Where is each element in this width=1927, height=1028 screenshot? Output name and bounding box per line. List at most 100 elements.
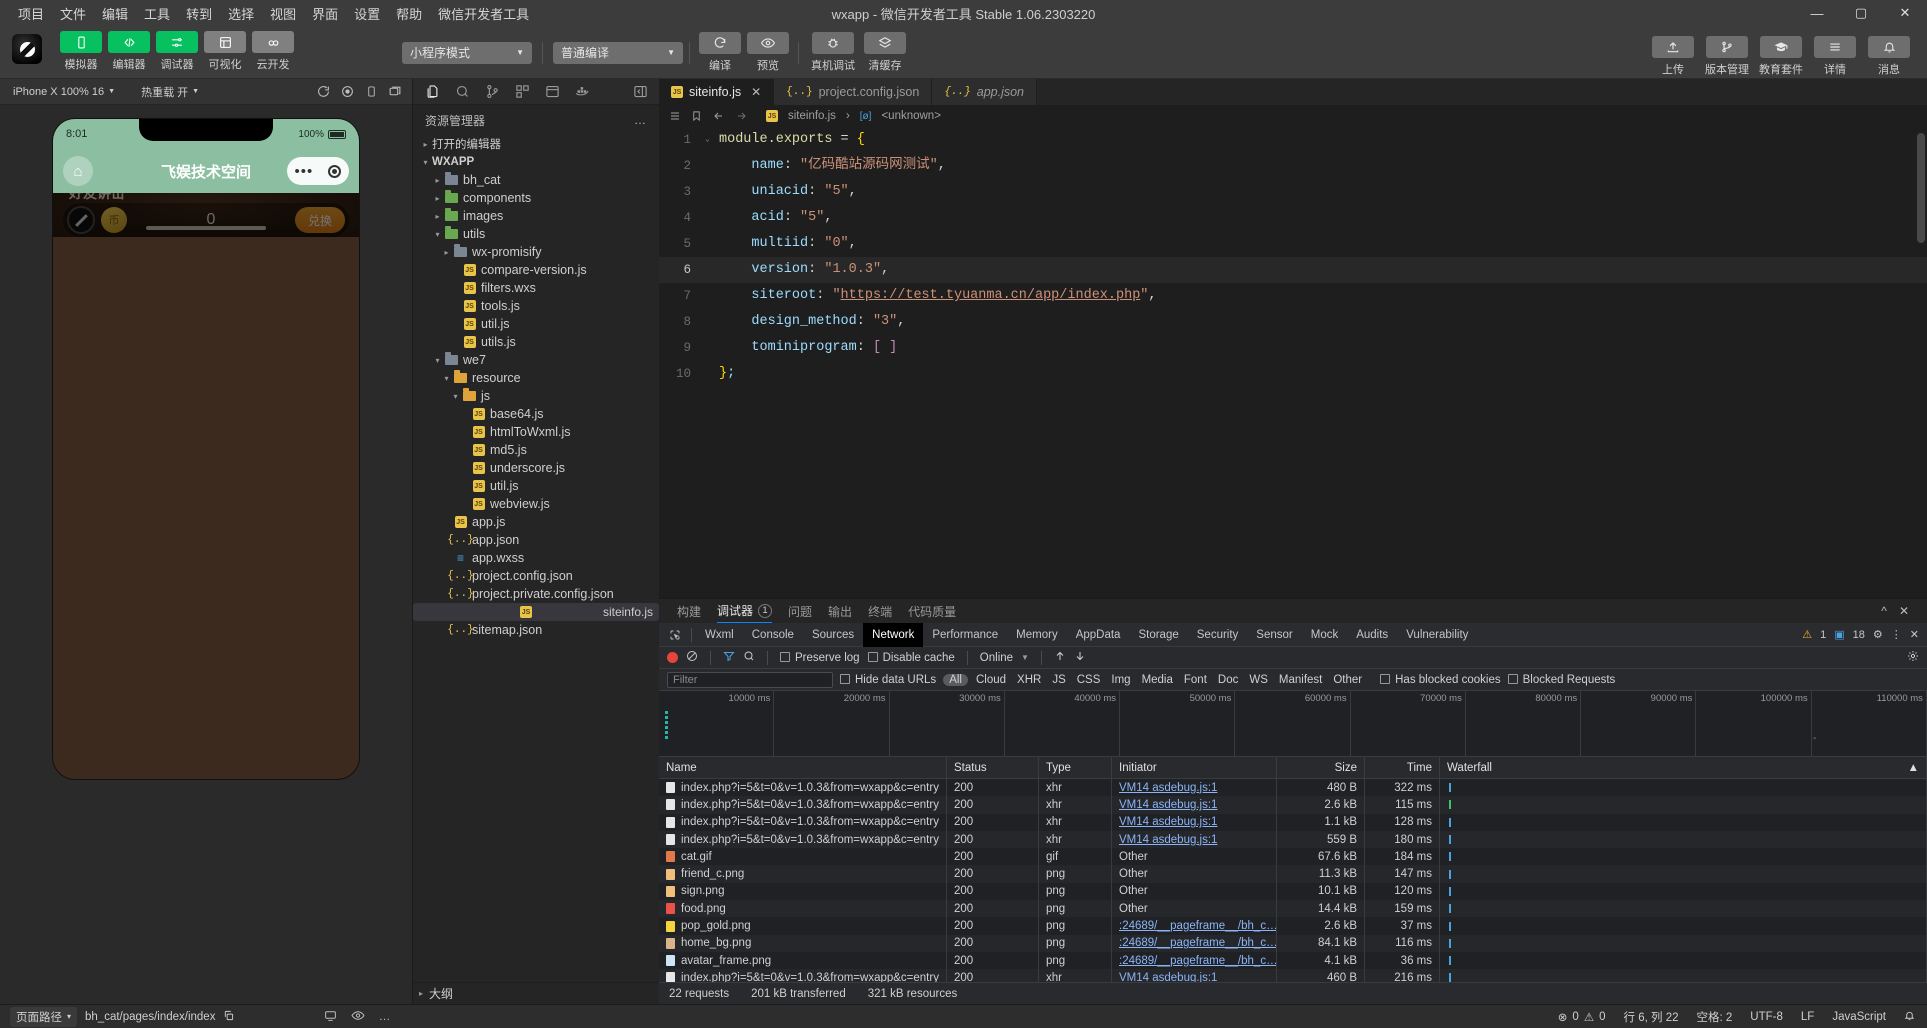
tree-item[interactable]: JS tools.js	[413, 297, 659, 315]
export-icon[interactable]	[1074, 650, 1086, 665]
compile-mode-select[interactable]: 小程序模式 ▼	[402, 41, 532, 64]
minimize-button[interactable]: —	[1795, 0, 1839, 26]
tree-item[interactable]: JS base64.js	[413, 405, 659, 423]
inspector-tab-sensor[interactable]: Sensor	[1247, 623, 1301, 647]
column-header-waterfall[interactable]: Waterfall ▲	[1440, 757, 1927, 778]
column-header-size[interactable]: Size	[1277, 757, 1365, 778]
menu-item-0[interactable]: 项目	[10, 1, 52, 26]
filter-icon[interactable]	[723, 650, 735, 665]
devtools-tab-1[interactable]: 调试器 1	[717, 599, 773, 623]
tree-item[interactable]: ≡ app.wxss	[413, 549, 659, 567]
collapse-icon[interactable]: ^	[1881, 604, 1887, 618]
bell-icon[interactable]	[1904, 1010, 1915, 1024]
has-blocked-cookies-checkbox[interactable]: Has blocked cookies	[1380, 673, 1501, 686]
tree-item[interactable]: ▸ components	[413, 189, 659, 207]
bell-button[interactable]: 消息	[1865, 36, 1913, 77]
type-filter-media[interactable]: Media	[1139, 674, 1176, 686]
tree-item[interactable]: JS md5.js	[413, 441, 659, 459]
outline-section[interactable]: ▸ 大纲	[413, 982, 659, 1004]
type-filter-font[interactable]: Font	[1181, 674, 1210, 686]
arrow-left-icon[interactable]	[712, 110, 725, 122]
close-icon[interactable]: ✕	[751, 85, 761, 99]
tree-item[interactable]: JS util.js	[413, 477, 659, 495]
request-initiator[interactable]: :24689/__pageframe__/bh_c…	[1119, 920, 1276, 932]
modal-overlay[interactable]	[53, 193, 359, 237]
menu-item-4[interactable]: 转到	[178, 1, 220, 26]
tree-item[interactable]: ▸ images	[413, 207, 659, 225]
inspector-tab-mock[interactable]: Mock	[1302, 623, 1347, 647]
clear-icon[interactable]	[686, 650, 698, 665]
tree-item[interactable]: ▸ wx-promisify	[413, 243, 659, 261]
menu-item-8[interactable]: 设置	[346, 1, 388, 26]
tree-item[interactable]: ▾ js	[413, 387, 659, 405]
branch-button[interactable]: 版本管理	[1703, 36, 1751, 77]
mode-button-cloud[interactable]: 云开发	[252, 31, 294, 72]
breadcrumb-symbol[interactable]: <unknown>	[881, 110, 940, 122]
target-icon[interactable]	[328, 164, 342, 178]
graduation-button[interactable]: 教育套件	[1757, 36, 1805, 77]
page-path-select[interactable]: 页面路径 ▾	[10, 1006, 78, 1027]
bookmark-icon[interactable]	[691, 110, 702, 122]
table-row[interactable]: index.php?i=5&t=0&v=1.0.3&from=wxapp&c=e…	[659, 969, 1927, 982]
column-header-status[interactable]: Status	[947, 757, 1039, 778]
tree-item[interactable]: ▾ we7	[413, 351, 659, 369]
rotate-icon[interactable]	[362, 83, 380, 101]
eol[interactable]: LF	[1801, 1011, 1814, 1023]
inspector-tab-memory[interactable]: Memory	[1007, 623, 1067, 647]
language-mode[interactable]: JavaScript	[1832, 1011, 1886, 1023]
disable-cache-checkbox[interactable]: Disable cache	[867, 651, 955, 664]
type-filter-ws[interactable]: WS	[1246, 674, 1271, 686]
table-row[interactable]: cat.gif 200 gif Other 67.6 kB 184 ms	[659, 848, 1927, 866]
tree-item[interactable]: {..} project.config.json	[413, 567, 659, 585]
eye-icon[interactable]	[351, 1009, 365, 1025]
gear-icon[interactable]: ⚙	[1873, 628, 1883, 641]
table-row[interactable]: home_bg.png 200 png:24689/__pageframe__/bh…	[659, 934, 1927, 952]
throttling-select[interactable]: Online	[980, 652, 1013, 664]
code-editor[interactable]: 1 ⌄ module.exports = {2 name: "亿码酷站源码网测试",…	[659, 127, 1927, 598]
table-row[interactable]: friend_c.png 200 png Other 11.3 kB 147 ms	[659, 865, 1927, 883]
close-button[interactable]: ✕	[1883, 0, 1927, 26]
editor-tab-0[interactable]: JS siteinfo.js ✕	[659, 79, 775, 105]
menu-item-10[interactable]: 微信开发者工具	[430, 1, 537, 26]
tree-item[interactable]: {..} project.private.config.json	[413, 585, 659, 603]
table-row[interactable]: sign.png 200 png Other 10.1 kB 120 ms	[659, 882, 1927, 901]
tree-item[interactable]: {..} app.json	[413, 531, 659, 549]
more-icon[interactable]: …	[379, 1011, 392, 1023]
request-initiator[interactable]: VM14 asdebug.js:1	[1119, 782, 1217, 794]
menu-item-3[interactable]: 工具	[136, 1, 178, 26]
collapse-icon[interactable]	[629, 81, 651, 103]
table-row[interactable]: food.png 200 png Other 14.4 kB 159 ms	[659, 900, 1927, 918]
type-filter-js[interactable]: JS	[1049, 674, 1068, 686]
tree-item[interactable]: JS siteinfo.js	[413, 603, 659, 621]
inspector-tab-vulnerability[interactable]: Vulnerability	[1397, 623, 1477, 647]
type-filter-img[interactable]: Img	[1108, 674, 1133, 686]
tree-item[interactable]: JS utils.js	[413, 333, 659, 351]
more-icon[interactable]: •••	[295, 163, 314, 180]
tree-item[interactable]: ▸ bh_cat	[413, 171, 659, 189]
type-filter-manifest[interactable]: Manifest	[1276, 674, 1325, 686]
tree-item[interactable]: {..} sitemap.json	[413, 621, 659, 639]
network-settings-icon[interactable]	[1907, 650, 1919, 665]
docker-icon[interactable]	[571, 81, 593, 103]
explorer-section-0[interactable]: ▸ 打开的编辑器	[413, 135, 659, 153]
mode-button-code[interactable]: 编辑器	[108, 31, 150, 72]
preserve-log-checkbox[interactable]: Preserve log	[780, 651, 860, 664]
request-initiator[interactable]: VM14 asdebug.js:1	[1119, 816, 1217, 828]
devtools-tab-3[interactable]: 输出	[828, 599, 852, 623]
request-initiator[interactable]: :24689/__pageframe__/bh_c…	[1119, 955, 1276, 967]
inspector-tab-sources[interactable]: Sources	[803, 623, 863, 647]
column-header-initiator[interactable]: Initiator	[1112, 757, 1277, 778]
tree-item[interactable]: ▾ utils	[413, 225, 659, 243]
encoding[interactable]: UTF-8	[1750, 1011, 1783, 1023]
record-icon[interactable]	[338, 83, 356, 101]
menu-item-6[interactable]: 视图	[262, 1, 304, 26]
compile-type-select[interactable]: 普通编译 ▼	[553, 41, 683, 64]
hot-reload-select[interactable]: 热重载 开 ▼	[136, 83, 204, 101]
devtools-tab-0[interactable]: 构建	[677, 599, 701, 623]
breadcrumb-file[interactable]: siteinfo.js	[788, 110, 836, 122]
filter-input[interactable]: Filter	[667, 671, 833, 688]
search-icon[interactable]	[451, 81, 473, 103]
editor-tab-1[interactable]: {..} project.config.json	[774, 79, 933, 105]
menu-button[interactable]: 详情	[1811, 36, 1859, 77]
tree-item[interactable]: JS filters.wxs	[413, 279, 659, 297]
